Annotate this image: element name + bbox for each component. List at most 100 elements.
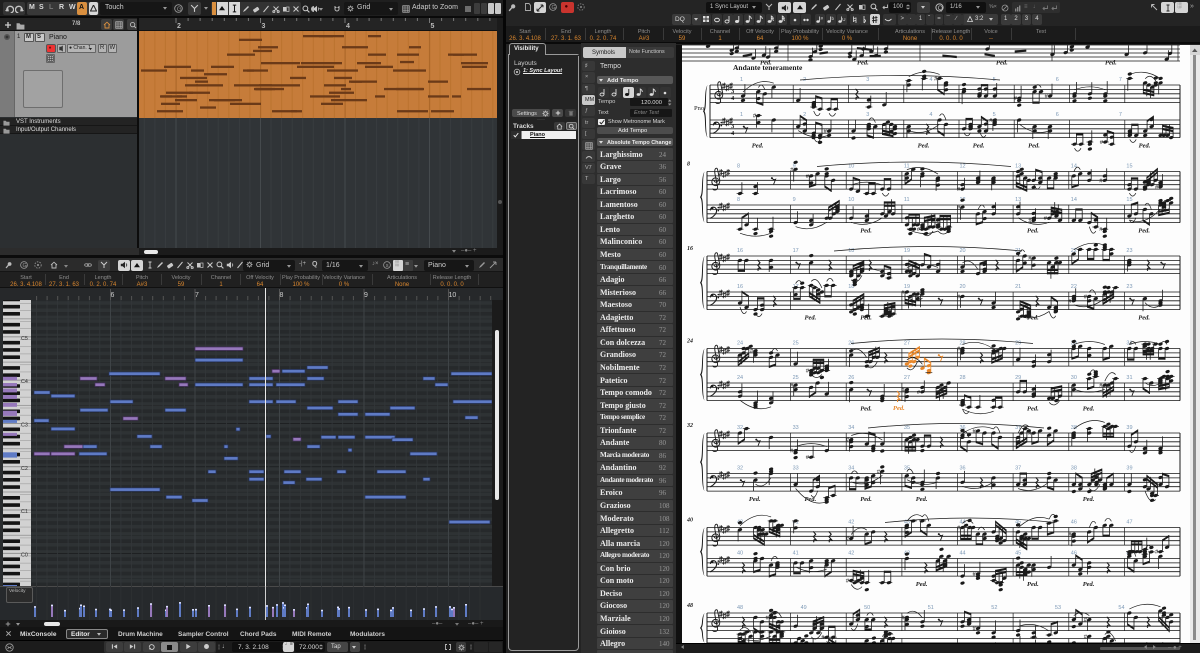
- svg-text:48: 48: [737, 605, 743, 611]
- svg-text:Ped.: Ped.: [918, 143, 930, 150]
- svg-text:Ped.: Ped.: [893, 405, 905, 412]
- svg-text:33: 33: [793, 425, 799, 431]
- svg-text:4: 4: [929, 77, 932, 83]
- svg-text:U: U: [842, 17, 845, 22]
- svg-text:6: 6: [1056, 77, 1059, 83]
- svg-text:10: 10: [848, 197, 854, 203]
- svg-text:1: 1: [740, 112, 743, 118]
- svg-text:8: 8: [737, 164, 740, 170]
- svg-text:32: 32: [737, 425, 743, 431]
- svg-text:32: 32: [737, 466, 743, 472]
- svg-text:34: 34: [848, 425, 854, 431]
- svg-text:27: 27: [904, 375, 910, 381]
- svg-text:21: 21: [1015, 284, 1021, 290]
- svg-text:Ped.: Ped.: [1083, 406, 1095, 413]
- svg-text:9: 9: [793, 197, 796, 203]
- svg-text:10: 10: [449, 292, 457, 299]
- svg-text:C4: C4: [21, 379, 28, 385]
- svg-text:32: 32: [686, 423, 693, 429]
- svg-text:Ped.: Ped.: [1027, 406, 1039, 413]
- svg-text:Ped.: Ped.: [857, 60, 869, 67]
- svg-text:34: 34: [848, 466, 854, 472]
- svg-text:Ped.: Ped.: [916, 496, 928, 503]
- svg-text:6: 6: [111, 292, 115, 299]
- svg-text:24: 24: [737, 341, 743, 347]
- svg-text:G: G: [552, 5, 556, 11]
- svg-text:20: 20: [960, 284, 966, 290]
- svg-text:Ped.: Ped.: [1138, 315, 1150, 322]
- svg-text:7: 7: [195, 292, 199, 299]
- svg-text:40: 40: [686, 518, 693, 524]
- svg-text:30: 30: [1071, 375, 1077, 381]
- svg-text:49: 49: [801, 605, 807, 611]
- svg-text:18: 18: [848, 248, 854, 254]
- svg-text:14: 14: [1071, 164, 1077, 170]
- svg-text:50: 50: [864, 605, 870, 611]
- svg-text:Ped.: Ped.: [805, 315, 817, 322]
- svg-text:24: 24: [686, 339, 693, 345]
- svg-text:15: 15: [1126, 197, 1132, 203]
- svg-text:35: 35: [904, 425, 910, 431]
- svg-text:42: 42: [848, 520, 854, 526]
- svg-text:C2: C2: [21, 466, 28, 472]
- svg-text:Ped.: Ped.: [996, 60, 1008, 67]
- svg-text:11: 11: [904, 197, 910, 203]
- svg-text:Ped.: Ped.: [1027, 228, 1039, 235]
- svg-text:Ped.: Ped.: [1027, 581, 1039, 588]
- svg-text:C3: C3: [21, 423, 28, 429]
- svg-text:25: 25: [793, 341, 799, 347]
- svg-text:Ped.: Ped.: [860, 228, 872, 235]
- svg-text:16: 16: [737, 284, 743, 290]
- svg-text:Ped.: Ped.: [973, 143, 985, 150]
- svg-text:20: 20: [960, 248, 966, 254]
- svg-text:Ped.: Ped.: [1139, 143, 1151, 150]
- svg-text:#: #: [821, 16, 824, 21]
- svg-text:28: 28: [960, 375, 966, 381]
- svg-text:Ped.: Ped.: [860, 496, 872, 503]
- svg-text:23: 23: [1126, 284, 1132, 290]
- svg-text:Ped.: Ped.: [749, 496, 761, 503]
- svg-text:7: 7: [1119, 77, 1122, 83]
- svg-text:39: 39: [1126, 425, 1132, 431]
- svg-text:37: 37: [1015, 466, 1021, 472]
- svg-text:Ped.: Ped.: [1083, 496, 1095, 503]
- svg-text:2: 2: [177, 23, 181, 30]
- svg-text:41: 41: [793, 551, 799, 557]
- svg-text:Ped.: Ped.: [1083, 581, 1095, 588]
- svg-text:8: 8: [737, 197, 740, 203]
- svg-text:45: 45: [1015, 551, 1021, 557]
- svg-text:4: 4: [346, 23, 350, 30]
- svg-text:38: 38: [1071, 425, 1077, 431]
- svg-text:9: 9: [364, 292, 368, 299]
- svg-text:53: 53: [1055, 605, 1061, 611]
- svg-text:b: b: [832, 16, 835, 21]
- svg-text:25: 25: [793, 375, 799, 381]
- svg-text:54: 54: [1118, 605, 1124, 611]
- svg-text:7: 7: [1119, 112, 1122, 118]
- svg-text:6: 6: [1056, 112, 1059, 118]
- svg-text:Ped.: Ped.: [805, 496, 817, 503]
- svg-text:s: s: [386, 263, 389, 269]
- svg-text:27: 27: [904, 341, 910, 347]
- svg-text:Ped.: Ped.: [1028, 143, 1040, 150]
- svg-text:24: 24: [737, 375, 743, 381]
- svg-text:Ped.: Ped.: [1138, 228, 1150, 235]
- svg-text:39: 39: [1126, 466, 1132, 472]
- svg-text:26: 26: [848, 375, 854, 381]
- svg-text:C5: C5: [21, 336, 28, 342]
- svg-text:3: 3: [866, 77, 869, 83]
- svg-text:16: 16: [687, 246, 693, 252]
- svg-text:3: 3: [866, 112, 869, 118]
- svg-text:10: 10: [848, 164, 854, 170]
- svg-text:19: 19: [904, 248, 910, 254]
- svg-text:4: 4: [929, 112, 932, 118]
- svg-text:44: 44: [960, 551, 966, 557]
- svg-text:42: 42: [848, 551, 854, 557]
- svg-text:Q: Q: [938, 5, 943, 12]
- svg-text:16: 16: [737, 248, 743, 254]
- svg-text:40: 40: [737, 551, 743, 557]
- svg-text:8: 8: [687, 162, 690, 168]
- svg-text:33: 33: [793, 466, 799, 472]
- svg-text:Pno: Pno: [694, 105, 704, 112]
- svg-text:38: 38: [1071, 466, 1077, 472]
